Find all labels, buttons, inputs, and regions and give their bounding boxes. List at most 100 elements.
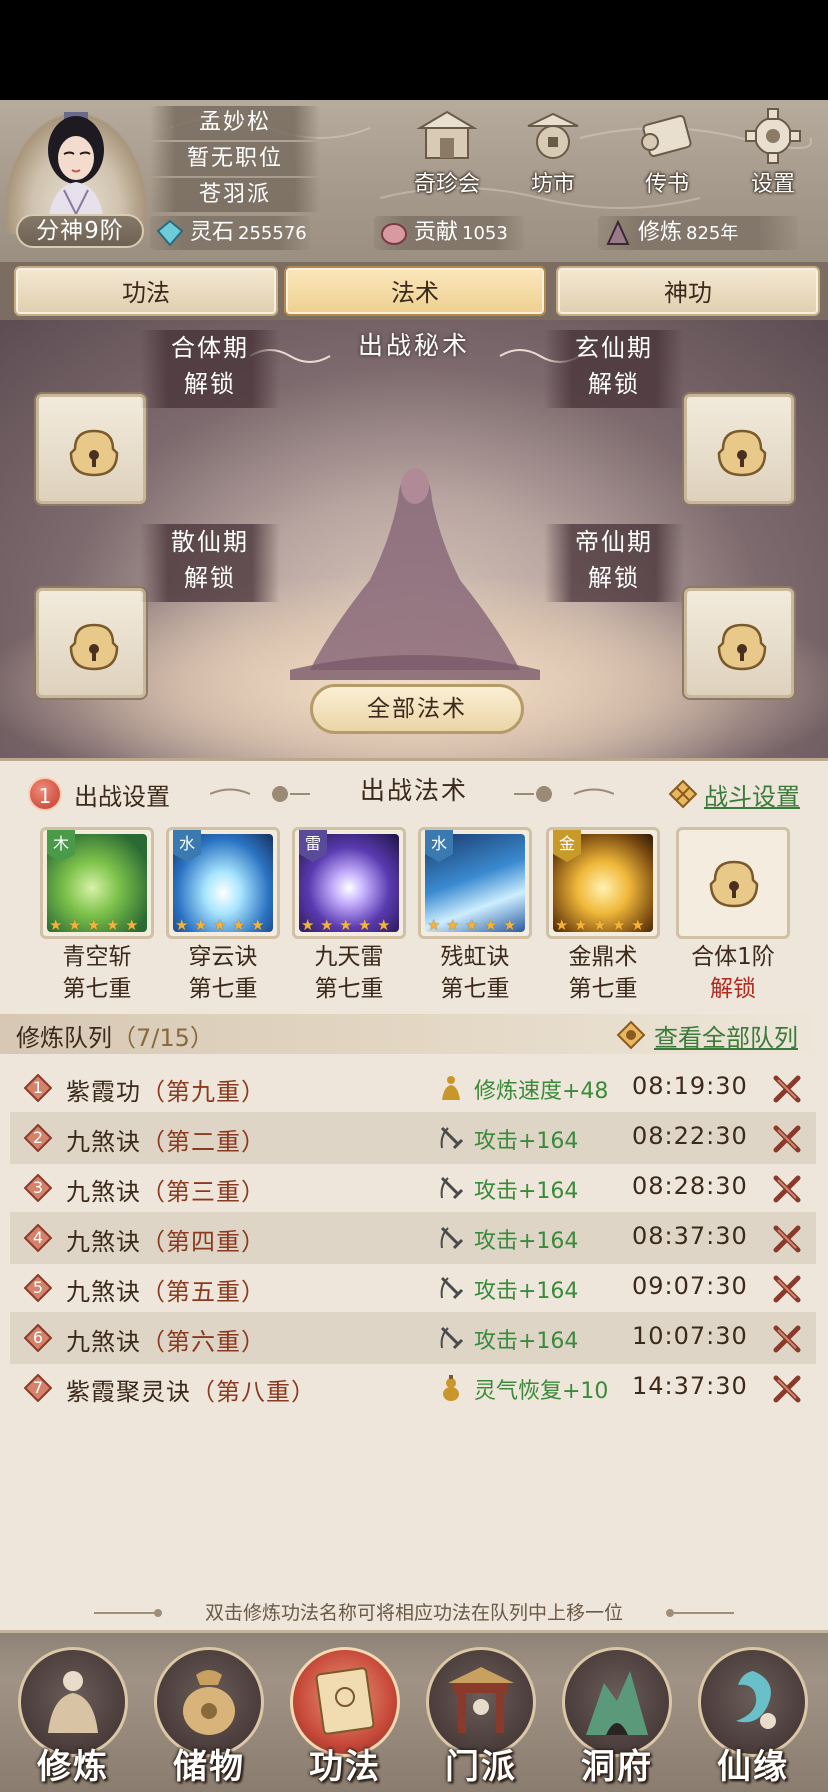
queue-title: 修炼队列（7/15） bbox=[16, 1024, 214, 1052]
remove-from-queue-icon[interactable] bbox=[770, 1074, 804, 1104]
queue-effect: 灵气恢复+10 bbox=[474, 1379, 609, 1404]
spirit-stone-counter: 灵石 255576 bbox=[150, 216, 310, 250]
queue-row[interactable]: 4 九煞诀（第四重） 攻击+164 08:37:30 bbox=[10, 1212, 816, 1264]
meditating-cultivator-figure bbox=[290, 468, 540, 680]
nav-immortal-fate[interactable]: 仙缘 bbox=[690, 1639, 816, 1789]
queue-skill-name[interactable]: 九煞诀（第三重） bbox=[66, 1172, 266, 1207]
sword-icon bbox=[440, 1276, 464, 1300]
queue-number-badge: 3 bbox=[23, 1173, 53, 1203]
sect-gate-icon bbox=[448, 1667, 514, 1733]
spell-slot[interactable]: 雷 ★ ★ ★ ★ ★ 九天雷 第七重 bbox=[292, 827, 406, 1005]
queue-effect: 攻击+164 bbox=[474, 1179, 579, 1204]
gourd-icon bbox=[443, 1375, 459, 1401]
spell-slot[interactable]: 合体1阶 解锁 bbox=[676, 827, 790, 1005]
spell-card[interactable]: 雷 ★ ★ ★ ★ ★ bbox=[292, 827, 406, 939]
spell-name: 青空斩 bbox=[62, 944, 132, 970]
character-portrait bbox=[48, 112, 104, 222]
treasure-pavilion-button[interactable]: 奇珍会 bbox=[402, 106, 492, 202]
market-button[interactable]: 坊市 bbox=[508, 106, 598, 202]
queue-effect: 攻击+164 bbox=[474, 1229, 579, 1254]
letter-button[interactable]: 传书 bbox=[622, 106, 712, 202]
remove-from-queue-icon[interactable] bbox=[770, 1224, 804, 1254]
cultivation-queue-panel: 修炼队列（7/15） 查看全部队列 1 紫霞功（第九重） 修炼速度+48 08:19:… bbox=[0, 1008, 828, 1630]
spell-card[interactable]: 木 ★ ★ ★ ★ ★ bbox=[40, 827, 154, 939]
spell-card[interactable] bbox=[676, 827, 790, 939]
queue-time: 08:37:30 bbox=[632, 1222, 748, 1250]
star-icon: ★ bbox=[631, 916, 645, 934]
gear-icon bbox=[745, 108, 801, 164]
star-icon: ★ bbox=[49, 916, 63, 934]
spell-card[interactable]: 金 ★ ★ ★ ★ ★ bbox=[546, 827, 660, 939]
spell-slot[interactable]: 水 ★ ★ ★ ★ ★ 穿云诀 第七重 bbox=[166, 827, 280, 1005]
star-icon: ★ bbox=[465, 916, 479, 934]
queue-row[interactable]: 5 九煞诀（第五重） 攻击+164 09:07:30 bbox=[10, 1262, 816, 1314]
remove-from-queue-icon[interactable] bbox=[770, 1374, 804, 1404]
tab-shengong[interactable]: 神功 bbox=[556, 266, 820, 316]
nav-label: 修炼 bbox=[37, 1747, 109, 1787]
view-all-queue-link[interactable]: 查看全部队列 bbox=[654, 1018, 798, 1053]
remove-from-queue-icon[interactable] bbox=[770, 1274, 804, 1304]
nav-sect-gate[interactable]: 门派 bbox=[418, 1639, 544, 1789]
nav-scroll[interactable]: 功法 bbox=[282, 1639, 408, 1789]
queue-skill-name[interactable]: 九煞诀（第六重） bbox=[66, 1322, 266, 1357]
queue-skill-name[interactable]: 九煞诀（第四重） bbox=[66, 1222, 266, 1257]
star-icon: ★ bbox=[106, 916, 120, 934]
spell-level: 第七重 bbox=[568, 976, 638, 1002]
tab-gongfa[interactable]: 功法 bbox=[14, 266, 278, 316]
sword-icon bbox=[440, 1126, 464, 1150]
secret-art-slot-dixianqi[interactable] bbox=[684, 588, 794, 698]
secret-art-slot-hetiqi[interactable] bbox=[36, 394, 146, 504]
cultivation-queue-header: 修炼队列（7/15） 查看全部队列 bbox=[0, 1014, 828, 1054]
nav-label: 储物 bbox=[173, 1747, 245, 1787]
queue-number-badge: 7 bbox=[23, 1373, 53, 1403]
spell-slot[interactable]: 金 ★ ★ ★ ★ ★ 金鼎术 第七重 bbox=[546, 827, 660, 1005]
immortal-fate-icon bbox=[736, 1671, 776, 1729]
nav-label: 功法 bbox=[309, 1747, 381, 1787]
lock-icon bbox=[717, 623, 767, 671]
nav-storage-bag[interactable]: 储物 bbox=[146, 1639, 272, 1789]
star-icon: ★ bbox=[87, 916, 101, 934]
contribution-counter: 贡献 1053 bbox=[374, 216, 524, 250]
settings-button[interactable]: 设置 bbox=[728, 106, 818, 202]
spell-slot[interactable]: 木 ★ ★ ★ ★ ★ 青空斩 第七重 bbox=[40, 827, 154, 1005]
secret-art-slot-xuanxianqi[interactable] bbox=[684, 394, 794, 504]
combat-settings-link[interactable]: 战斗设置 bbox=[704, 777, 800, 812]
avatar[interactable]: 分神9阶 bbox=[6, 104, 146, 248]
tab-fashu[interactable]: 法术 bbox=[284, 266, 546, 316]
secret-art-slot-sanxianqi[interactable] bbox=[36, 588, 146, 698]
battle-spells-header: 1 出战设置 出战法术 战斗设置 bbox=[0, 761, 828, 811]
queue-row[interactable]: 1 紫霞功（第九重） 修炼速度+48 08:19:30 bbox=[10, 1062, 816, 1114]
queue-skill-name[interactable]: 紫霞功（第九重） bbox=[66, 1072, 266, 1107]
star-icon: ★ bbox=[377, 916, 391, 934]
nav-cultivate[interactable]: 修炼 bbox=[10, 1639, 136, 1789]
spell-name: 残虹诀 bbox=[440, 944, 510, 970]
star-icon: ★ bbox=[555, 916, 569, 934]
nav-cave[interactable]: 洞府 bbox=[554, 1639, 680, 1789]
queue-skill-name[interactable]: 九煞诀（第二重） bbox=[66, 1122, 266, 1157]
battle-secret-arts-title: 出战秘术 bbox=[357, 331, 470, 360]
all-spells-button[interactable]: 全部法术 bbox=[310, 684, 524, 734]
queue-row[interactable]: 2 九煞诀（第二重） 攻击+164 08:22:30 bbox=[10, 1112, 816, 1164]
spell-card[interactable]: 水 ★ ★ ★ ★ ★ bbox=[418, 827, 532, 939]
nav-label: 洞府 bbox=[581, 1747, 653, 1787]
star-rating: ★ ★ ★ ★ ★ bbox=[175, 918, 275, 933]
star-icon: ★ bbox=[446, 916, 460, 934]
remove-from-queue-icon[interactable] bbox=[770, 1124, 804, 1154]
spell-slot[interactable]: 水 ★ ★ ★ ★ ★ 残虹诀 第七重 bbox=[418, 827, 532, 1005]
spell-level: 第七重 bbox=[440, 976, 510, 1002]
star-icon: ★ bbox=[427, 916, 441, 934]
cave-icon bbox=[586, 1671, 648, 1735]
remove-from-queue-icon[interactable] bbox=[770, 1174, 804, 1204]
star-icon: ★ bbox=[68, 916, 82, 934]
bottom-navigation: 修炼 储物 功法 门派 洞府 仙缘 bbox=[0, 1630, 828, 1792]
queue-row[interactable]: 6 九煞诀（第六重） 攻击+164 10:07:30 bbox=[10, 1312, 816, 1364]
sword-icon bbox=[440, 1326, 464, 1350]
queue-row[interactable]: 7 紫霞聚灵诀（第八重） 灵气恢复+10 14:37:30 bbox=[10, 1362, 816, 1414]
queue-number-badge: 4 bbox=[23, 1223, 53, 1253]
queue-skill-name[interactable]: 九煞诀（第五重） bbox=[66, 1272, 266, 1307]
hint-decoration-right bbox=[666, 1609, 734, 1617]
queue-skill-name[interactable]: 紫霞聚灵诀（第八重） bbox=[66, 1372, 316, 1407]
remove-from-queue-icon[interactable] bbox=[770, 1324, 804, 1354]
queue-row[interactable]: 3 九煞诀（第三重） 攻击+164 08:28:30 bbox=[10, 1162, 816, 1214]
spell-card[interactable]: 水 ★ ★ ★ ★ ★ bbox=[166, 827, 280, 939]
